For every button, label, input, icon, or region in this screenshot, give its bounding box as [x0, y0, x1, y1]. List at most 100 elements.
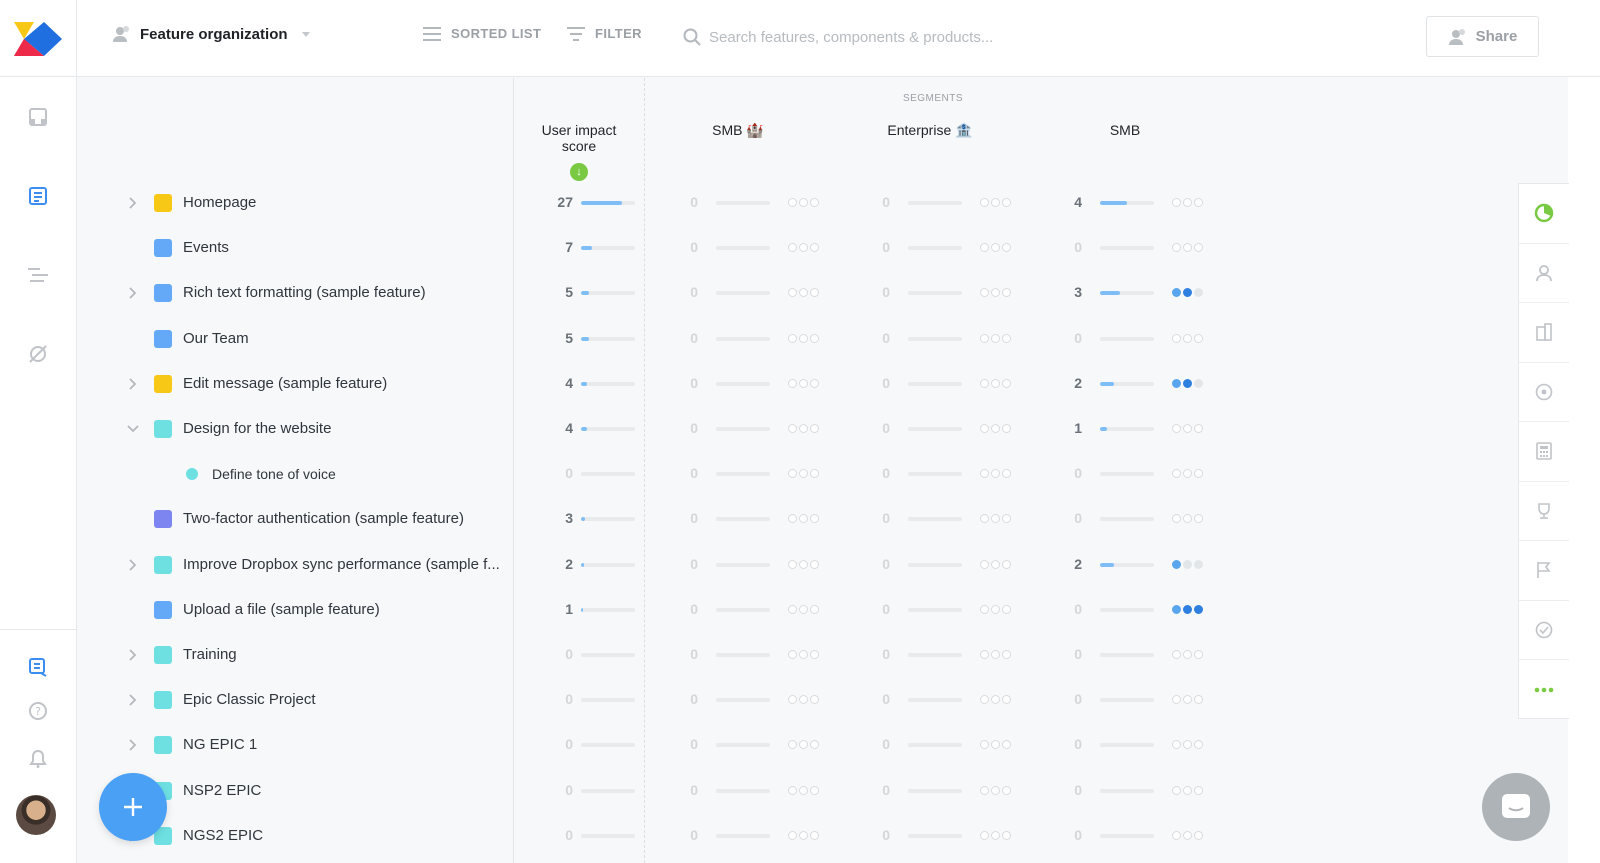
trophy-icon[interactable] [1519, 482, 1569, 541]
importance-dot[interactable] [991, 604, 1000, 614]
importance-dot[interactable] [1194, 424, 1203, 433]
feature-name[interactable]: Two-factor authentication (sample featur… [183, 510, 464, 527]
importance-dot[interactable] [1194, 243, 1203, 253]
table-row[interactable]: NGS2 EPIC 0 0 0 0 [0, 816, 1518, 861]
calculator-icon[interactable] [1519, 422, 1569, 482]
importance-dot[interactable] [991, 424, 1000, 433]
importance-dot[interactable] [991, 243, 1000, 253]
importance-dot[interactable] [788, 695, 797, 705]
importance-dot[interactable] [991, 830, 1000, 840]
importance-dots[interactable] [980, 378, 1011, 388]
importance-dot[interactable] [1183, 785, 1192, 795]
feature-name[interactable]: Rich text formatting (sample feature) [183, 284, 426, 301]
importance-dot[interactable] [1172, 424, 1181, 433]
table-row[interactable]: Two-factor authentication (sample featur… [0, 499, 1518, 544]
importance-dots[interactable] [1172, 288, 1203, 298]
table-row[interactable]: Training 0 0 0 0 [0, 635, 1518, 680]
importance-dots[interactable] [788, 830, 819, 840]
chevron-right-icon[interactable] [126, 738, 140, 752]
importance-dots[interactable] [980, 604, 1011, 614]
table-row[interactable]: NSP2 EPIC 0 0 0 0 [0, 771, 1518, 816]
importance-dot[interactable] [788, 469, 797, 479]
importance-dot[interactable] [810, 604, 819, 614]
importance-dot[interactable] [991, 333, 1000, 343]
importance-dots[interactable] [788, 604, 819, 614]
importance-dot[interactable] [799, 333, 808, 343]
importance-dot[interactable] [810, 333, 819, 343]
importance-dot[interactable] [788, 650, 797, 659]
importance-dots[interactable] [788, 785, 819, 795]
chevron-right-icon[interactable] [126, 693, 140, 707]
share-button[interactable]: Share [1426, 16, 1539, 57]
importance-dots[interactable] [788, 198, 819, 207]
importance-dots[interactable] [788, 514, 819, 524]
importance-dot[interactable] [810, 243, 819, 253]
search-input[interactable] [709, 28, 1309, 46]
importance-dot[interactable] [810, 740, 819, 750]
importance-dot[interactable] [1002, 288, 1011, 298]
importance-dot[interactable] [799, 514, 808, 524]
score-column-header[interactable]: User impact score [530, 122, 628, 154]
importance-dot[interactable] [810, 830, 819, 840]
importance-dot[interactable] [1002, 243, 1011, 253]
importance-dot[interactable] [1194, 830, 1203, 840]
importance-dot[interactable] [1183, 695, 1192, 705]
importance-dot[interactable] [788, 288, 797, 298]
feature-name[interactable]: Epic Classic Project [183, 691, 316, 708]
importance-dots[interactable] [1172, 830, 1203, 840]
importance-dot[interactable] [1194, 378, 1203, 388]
importance-dots[interactable] [788, 333, 819, 343]
importance-dot[interactable] [788, 333, 797, 343]
importance-dot[interactable] [1194, 695, 1203, 705]
importance-dot[interactable] [788, 514, 797, 524]
importance-dot[interactable] [1194, 604, 1203, 614]
importance-dot[interactable] [1002, 785, 1011, 795]
importance-dots[interactable] [1172, 559, 1203, 569]
segment-header-enterprise[interactable]: Enterprise 🏦 [870, 122, 990, 139]
importance-dot[interactable] [788, 198, 797, 207]
importance-dot[interactable] [980, 830, 989, 840]
importance-dot[interactable] [991, 740, 1000, 750]
importance-dot[interactable] [1172, 830, 1181, 840]
importance-dot[interactable] [1183, 650, 1192, 659]
importance-dot[interactable] [1183, 424, 1192, 433]
importance-dot[interactable] [810, 785, 819, 795]
importance-dot[interactable] [980, 604, 989, 614]
importance-dots[interactable] [980, 514, 1011, 524]
importance-dot[interactable] [799, 740, 808, 750]
table-row[interactable]: Define tone of voice 0 0 0 0 [0, 454, 1518, 499]
importance-dot[interactable] [1194, 650, 1203, 659]
importance-dots[interactable] [1172, 469, 1203, 479]
target-icon[interactable] [1519, 363, 1569, 422]
importance-dots[interactable] [980, 333, 1011, 343]
importance-dot[interactable] [799, 288, 808, 298]
importance-dot[interactable] [799, 559, 808, 569]
app-logo[interactable] [0, 0, 77, 77]
importance-dot[interactable] [1002, 424, 1011, 433]
chevron-right-icon[interactable] [126, 648, 140, 662]
importance-dot[interactable] [980, 469, 989, 479]
importance-dot[interactable] [788, 830, 797, 840]
importance-dot[interactable] [1172, 695, 1181, 705]
importance-dot[interactable] [810, 514, 819, 524]
importance-dots[interactable] [788, 469, 819, 479]
importance-dot[interactable] [799, 469, 808, 479]
importance-dot[interactable] [1183, 559, 1192, 569]
importance-dots[interactable] [788, 559, 819, 569]
importance-dot[interactable] [810, 424, 819, 433]
importance-dot[interactable] [1172, 333, 1181, 343]
importance-dot[interactable] [799, 604, 808, 614]
importance-dot[interactable] [1172, 514, 1181, 524]
importance-dot[interactable] [810, 559, 819, 569]
importance-dot[interactable] [799, 198, 808, 207]
importance-dot[interactable] [799, 785, 808, 795]
company-icon[interactable] [1519, 303, 1569, 363]
importance-dot[interactable] [799, 243, 808, 253]
importance-dots[interactable] [980, 469, 1011, 479]
sorted-list-button[interactable]: SORTED LIST [423, 26, 541, 41]
feature-name[interactable]: Training [183, 646, 237, 663]
importance-dot[interactable] [980, 695, 989, 705]
importance-dot[interactable] [1194, 785, 1203, 795]
feature-name[interactable]: NGS2 EPIC [183, 827, 263, 844]
importance-dots[interactable] [1172, 243, 1203, 253]
